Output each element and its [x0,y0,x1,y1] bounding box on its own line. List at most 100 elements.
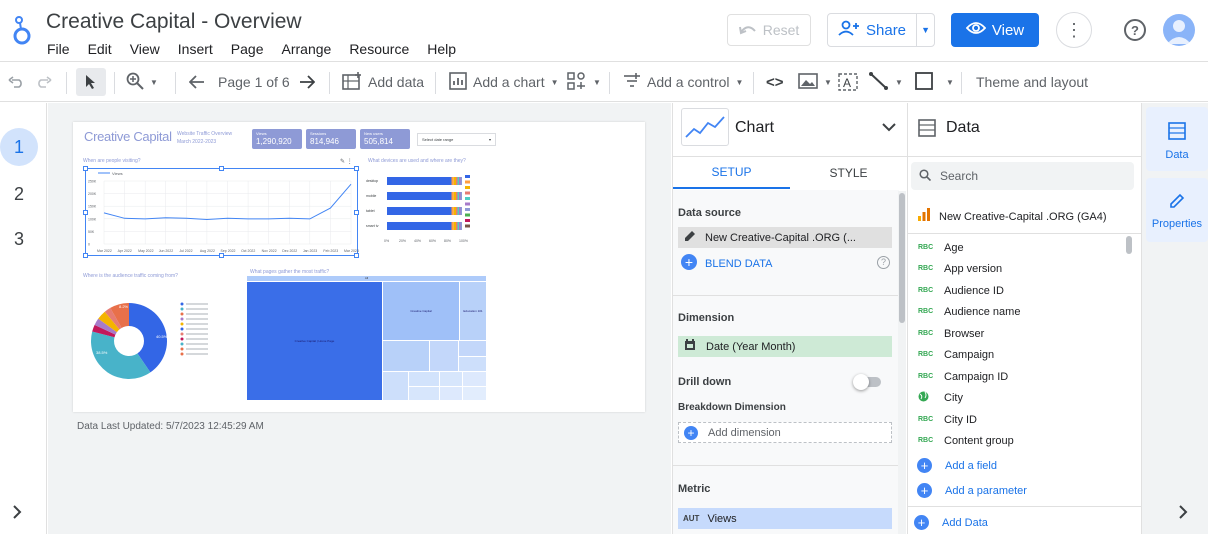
resize-handle[interactable] [219,166,224,171]
data-source-name[interactable]: New Creative-Capital .ORG (GA4) [939,211,1107,223]
field-audience-name[interactable]: RBC Audience name [918,301,1020,322]
traffic-source-pie-chart[interactable]: 40.5% 38.5% 8.2% [83,290,243,390]
treemap-block[interactable] [430,341,458,371]
chart-type-picker[interactable] [681,108,729,146]
menu-resource[interactable]: Resource [349,41,409,57]
treemap-block[interactable] [409,372,439,386]
data-tab[interactable]: Data [1146,107,1208,171]
next-page-icon[interactable] [299,62,315,102]
select-pointer-icon[interactable] [76,68,106,96]
treemap-block[interactable] [440,372,462,386]
add-parameter-icon[interactable]: + [917,483,932,498]
kpi-sessions[interactable]: Sessions 814,946 [306,129,356,149]
resize-handle[interactable] [83,253,88,258]
add-field-icon[interactable]: + [917,458,932,473]
tab-setup[interactable]: SETUP [673,157,790,189]
looker-studio-logo-icon[interactable] [10,12,34,48]
add-parameter-link[interactable]: Add a parameter [945,485,1027,497]
treemap-block[interactable] [383,372,408,400]
shape-button[interactable]: ▼ [914,62,954,102]
menu-view[interactable]: View [130,41,160,57]
panel-scrollbar[interactable] [898,191,906,534]
date-range-selector[interactable]: Select date range ▾ [417,133,496,146]
expand-pages-chevron-icon[interactable] [12,505,22,524]
field-app-version[interactable]: RBC App version [918,258,1002,279]
blend-data-link[interactable]: BLEND DATA [705,258,772,270]
page-1-tab[interactable]: 1 [0,128,38,166]
help-icon[interactable]: ? [877,256,890,269]
report-page[interactable]: Creative Capital Website Traffic Overvie… [73,122,645,412]
zoom-button[interactable]: ▼ [126,62,158,102]
image-button[interactable]: ▼ [798,62,832,102]
reset-button[interactable]: Reset [727,14,811,46]
dimension-chip[interactable]: Date (Year Month) [678,336,892,357]
view-button[interactable]: View [951,13,1039,47]
treemap-block[interactable] [440,387,462,400]
field-city[interactable]: City [918,387,963,408]
field-city-id[interactable]: RBC City ID [918,409,977,430]
treemap-second-block[interactable]: Creative Capital [383,282,459,340]
avatar[interactable] [1163,14,1195,46]
pages-treemap[interactable]: All Creative Capital | Home Page Creativ… [247,276,486,400]
views-line-chart[interactable]: Views 250K 200K 150K 100K 50K 0 Mar 2022 Apr 2… [83,159,359,258]
properties-tab[interactable]: Properties [1146,178,1208,242]
chart-edit-icons[interactable]: ✎ ⋮ [340,158,353,165]
menu-edit[interactable]: Edit [88,41,112,57]
menu-help[interactable]: Help [427,41,456,57]
resize-handle[interactable] [354,166,359,171]
field-campaign-id[interactable]: RBC Campaign ID [918,366,1008,387]
redo-icon[interactable] [36,62,52,102]
kpi-views[interactable]: Views 1,290,920 [252,129,302,149]
embed-code-icon[interactable]: <> [766,62,784,102]
menu-file[interactable]: File [47,41,70,57]
theme-layout-button[interactable]: Theme and layout [976,62,1088,102]
prev-page-icon[interactable] [189,62,205,102]
kpi-new-users[interactable]: New users 505,814 [360,129,410,149]
add-data-icon[interactable]: + [914,515,929,530]
treemap-block[interactable] [463,372,486,386]
device-bar-chart[interactable]: desktop mobile tablet smart tv 0% 20% 40% 60% 8… [365,172,495,247]
treemap-block[interactable] [383,341,429,371]
fields-scrollbar[interactable] [1126,236,1133,456]
treemap-block[interactable] [409,387,439,400]
menu-page[interactable]: Page [231,41,264,57]
drill-down-toggle[interactable] [853,374,881,390]
menu-arrange[interactable]: Arrange [282,41,332,57]
help-icon[interactable]: ? [1124,19,1146,41]
share-main[interactable]: Share [828,14,918,46]
page-2-tab[interactable]: 2 [0,175,38,213]
menu-insert[interactable]: Insert [178,41,213,57]
undo-icon[interactable] [8,62,24,102]
add-control-button[interactable]: Add a control ▼ [623,62,743,102]
field-content-group[interactable]: RBC Content group [918,430,1014,451]
field-audience-id[interactable]: RBC Audience ID [918,280,1004,301]
collapse-rail-chevron-icon[interactable] [1178,505,1188,524]
field-campaign[interactable]: RBC Campaign [918,344,994,365]
share-dropdown-caret-icon[interactable]: ▼ [917,25,934,35]
search-input[interactable]: Search [911,162,1134,190]
metric-agg-tag[interactable]: AUT [683,514,699,523]
resize-handle[interactable] [354,210,359,215]
add-dimension-field[interactable]: + Add dimension [678,422,892,443]
metric-chip[interactable]: AUT Views [678,508,892,529]
page-3-tab[interactable]: 3 [0,220,38,258]
more-options-icon[interactable]: ⋮ [1056,12,1092,48]
data-source-chip[interactable]: New Creative-Capital .ORG (... [678,227,892,248]
add-data-button[interactable]: Add data [342,62,424,102]
field-browser[interactable]: RBC Browser [918,323,984,344]
share-button[interactable]: Share ▼ [827,13,935,47]
edit-pencil-icon[interactable] [684,230,696,245]
treemap-block[interactable] [463,387,486,400]
resize-handle[interactable] [219,253,224,258]
community-viz-button[interactable]: ▼ [567,62,601,102]
report-title[interactable]: Creative Capital - Overview [46,10,302,34]
line-button[interactable]: ▼ [869,62,903,102]
field-age[interactable]: RBC Age [918,237,964,258]
add-chart-button[interactable]: Add a chart ▼ [449,62,559,102]
treemap-block[interactable] [459,357,486,371]
add-field-link[interactable]: Add a field [945,460,997,472]
text-box-icon[interactable]: A [837,62,859,102]
treemap-block[interactable] [459,341,486,356]
tab-style[interactable]: STYLE [790,157,907,189]
treemap-third-block[interactable]: Education 101 [460,282,486,340]
